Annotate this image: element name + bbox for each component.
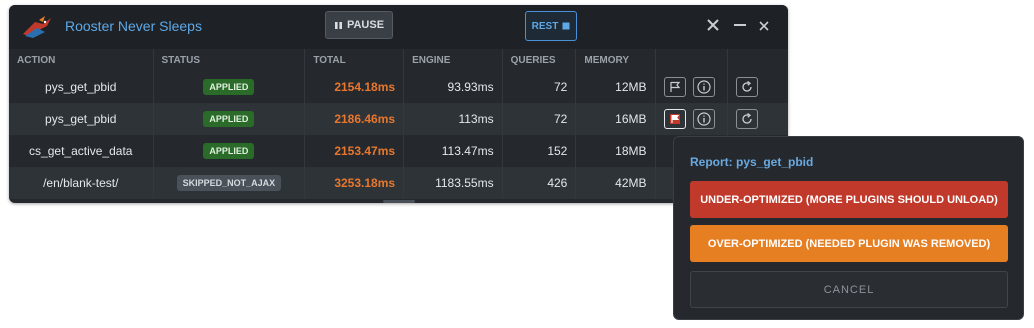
cancel-button[interactable]: CANCEL bbox=[690, 271, 1008, 308]
table-header-row: ACTION STATUS TOTAL ENGINE QUERIES MEMOR… bbox=[9, 49, 788, 71]
column-header-queries: QUERIES bbox=[502, 49, 577, 71]
cell-memory: 12MB bbox=[575, 71, 656, 103]
close-icon[interactable] bbox=[706, 18, 720, 32]
under-optimized-button[interactable]: UNDER-OPTIMIZED (MORE PLUGINS SHOULD UNL… bbox=[690, 181, 1008, 218]
cell-action: cs_get_active_data bbox=[9, 135, 154, 167]
table-row: pys_get_pbid APPLIED 2154.18ms 93.93ms 7… bbox=[9, 71, 788, 103]
report-popover: Report: pys_get_pbid UNDER-OPTIMIZED (MO… bbox=[673, 136, 1024, 320]
rest-label: REST bbox=[531, 20, 559, 32]
status-badge: APPLIED bbox=[203, 79, 255, 95]
cell-action: /en/blank-test/ bbox=[9, 167, 154, 199]
flag-icon bbox=[669, 114, 680, 124]
table-row: pys_get_pbid APPLIED 2186.46ms 113ms 72 … bbox=[9, 103, 788, 135]
refresh-icon bbox=[742, 113, 752, 124]
flag-button-active[interactable] bbox=[663, 109, 686, 129]
cell-queries: 72 bbox=[502, 71, 577, 103]
stop-icon bbox=[562, 22, 570, 30]
app-title: Rooster Never Sleeps bbox=[65, 18, 202, 34]
cell-engine: 1183.55ms bbox=[403, 167, 503, 199]
column-header-flag bbox=[655, 49, 729, 71]
info-icon bbox=[697, 80, 711, 94]
refresh-button[interactable] bbox=[736, 109, 759, 129]
flag-icon bbox=[669, 81, 680, 92]
status-badge: SKIPPED_NOT_AJAX bbox=[176, 175, 282, 191]
title-bar: Rooster Never Sleeps PAUSE REST bbox=[9, 5, 788, 49]
status-badge: APPLIED bbox=[203, 111, 255, 127]
column-header-engine: ENGINE bbox=[403, 49, 503, 71]
column-header-memory: MEMORY bbox=[575, 49, 656, 71]
flag-button[interactable] bbox=[663, 77, 686, 97]
dismiss-icon[interactable] bbox=[759, 21, 769, 31]
requests-table: ACTION STATUS TOTAL ENGINE QUERIES MEMOR… bbox=[9, 49, 788, 199]
cell-total: 2186.46ms bbox=[304, 103, 405, 135]
cell-total: 2153.47ms bbox=[304, 135, 405, 167]
cell-action: pys_get_pbid bbox=[9, 71, 154, 103]
cell-total: 2154.18ms bbox=[304, 71, 405, 103]
refresh-button[interactable] bbox=[736, 77, 759, 97]
table-row: /en/blank-test/ SKIPPED_NOT_AJAX 3253.18… bbox=[9, 167, 788, 199]
info-button[interactable] bbox=[692, 109, 715, 129]
cell-memory: 18MB bbox=[575, 135, 656, 167]
pause-button[interactable]: PAUSE bbox=[325, 11, 393, 39]
pause-icon bbox=[334, 21, 342, 29]
status-badge: APPLIED bbox=[203, 143, 255, 159]
cell-total: 3253.18ms bbox=[304, 167, 405, 199]
profiler-panel: Rooster Never Sleeps PAUSE REST ACTION S… bbox=[9, 5, 788, 203]
pause-label: PAUSE bbox=[346, 19, 385, 31]
cell-memory: 16MB bbox=[575, 103, 656, 135]
cell-engine: 113ms bbox=[403, 103, 503, 135]
cell-queries: 426 bbox=[502, 167, 577, 199]
report-title: Report: pys_get_pbid bbox=[690, 155, 814, 169]
column-header-refresh bbox=[727, 49, 788, 71]
rest-button[interactable]: REST bbox=[525, 11, 577, 41]
cell-engine: 113.47ms bbox=[403, 135, 503, 167]
info-icon bbox=[697, 112, 711, 126]
cell-engine: 93.93ms bbox=[403, 71, 503, 103]
column-header-action: ACTION bbox=[9, 49, 154, 71]
cell-action: pys_get_pbid bbox=[9, 103, 154, 135]
over-optimized-button[interactable]: OVER-OPTIMIZED (NEEDED PLUGIN WAS REMOVE… bbox=[690, 225, 1008, 262]
cell-queries: 72 bbox=[502, 103, 577, 135]
column-header-total: TOTAL bbox=[304, 49, 405, 71]
refresh-icon bbox=[742, 81, 752, 92]
rooster-logo-icon bbox=[23, 16, 51, 38]
cell-queries: 152 bbox=[502, 135, 577, 167]
table-row: cs_get_active_data APPLIED 2153.47ms 113… bbox=[9, 135, 788, 167]
horizontal-scrollbar[interactable] bbox=[383, 200, 415, 203]
cell-memory: 42MB bbox=[575, 167, 656, 199]
info-button[interactable] bbox=[692, 77, 715, 97]
minimize-icon[interactable] bbox=[733, 18, 747, 32]
column-header-status: STATUS bbox=[153, 49, 306, 71]
